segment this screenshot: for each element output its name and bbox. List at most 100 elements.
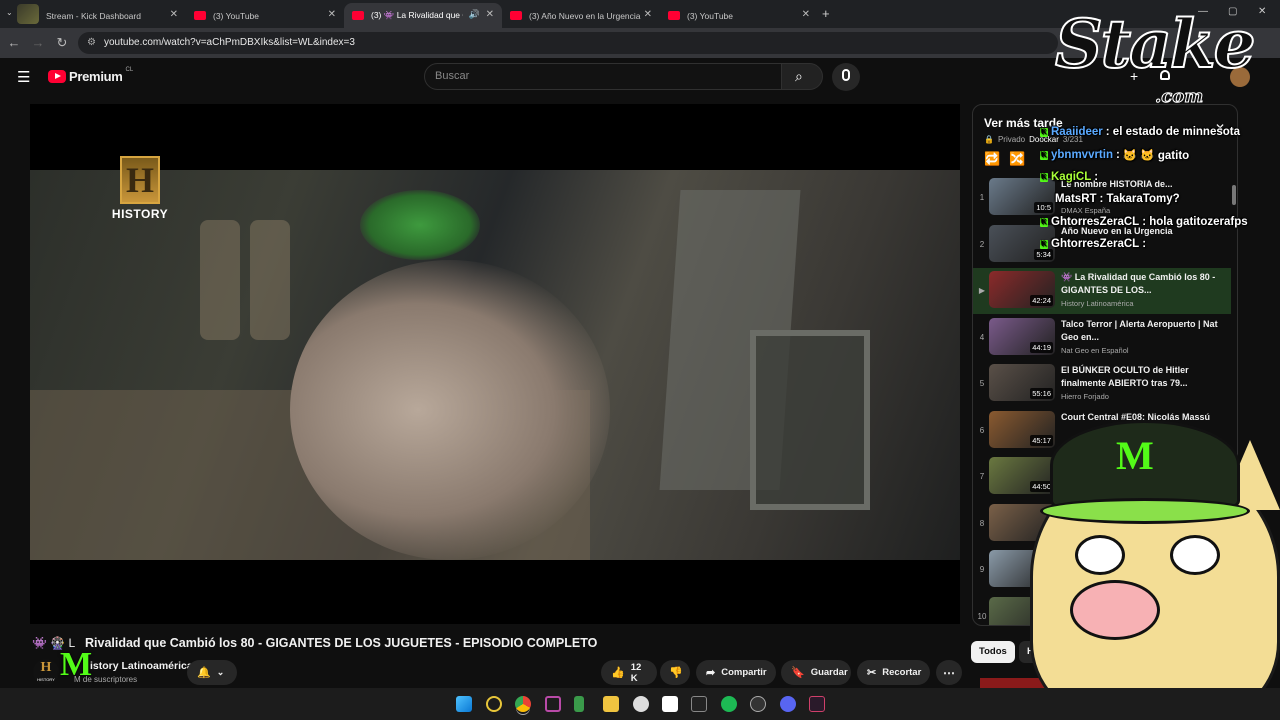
save-button[interactable]: 🔖 Guardar — [781, 660, 851, 685]
spotify-icon[interactable] — [721, 696, 737, 712]
like-button[interactable]: 👍 12 K — [601, 660, 657, 685]
obs-icon[interactable] — [633, 696, 649, 712]
playlist-item-index: 6 — [979, 425, 985, 435]
windows-start-icon[interactable] — [456, 696, 472, 712]
dislike-button[interactable]: 👎 — [660, 660, 690, 685]
tab-title: (3) Año Nuevo en la Urgencia — [529, 10, 641, 21]
chat-username[interactable]: MatsRT — [1055, 193, 1097, 205]
more-dots-icon: ⋯ — [943, 665, 955, 680]
cat-mascot: M — [1030, 420, 1280, 688]
chat-username[interactable]: GhtorresZeraCL — [1051, 238, 1139, 250]
tab-title: (3) YouTube — [213, 10, 259, 21]
url-text: youtube.com/watch?v=aChPmDBXIks&list=WL&… — [104, 37, 355, 48]
tab-youtube-current[interactable]: (3) 👾 La Rivalidad que C 🔊 ✕ — [344, 3, 502, 28]
playlist-item[interactable]: ▶ 42:24 👾 La Rivalidad que Cambió los 80 -… — [973, 268, 1231, 314]
chat-username[interactable]: KagiCL — [1051, 171, 1091, 183]
channel-avatar[interactable]: H HISTORY — [33, 659, 59, 685]
bell-icon: 🔔 — [197, 667, 211, 679]
chat-message: Kybnmvvrtin : 🐱 🐱 gatito — [1040, 148, 1189, 162]
playlist-item-duration: 10:5 — [1034, 202, 1053, 213]
more-actions-button[interactable]: ⋯ — [936, 660, 962, 685]
subscribe-bell-button[interactable]: 🔔 ⌄ — [187, 660, 237, 685]
app-icon-ring[interactable] — [486, 696, 502, 712]
voice-search-button[interactable] — [832, 63, 860, 91]
playlist-item-index: 10 — [977, 611, 987, 621]
new-tab-button[interactable]: + — [822, 6, 830, 21]
speaker-icon[interactable]: 🔊 — [469, 9, 480, 20]
video-player[interactable]: H HISTORY — [30, 104, 960, 624]
app-icon-camera[interactable] — [662, 696, 678, 712]
close-window-button[interactable]: ✕ — [1258, 6, 1266, 17]
playlist-item-channel: Hierro Forjado — [1061, 392, 1109, 401]
tab-youtube-5[interactable]: (3) YouTube ✕ — [660, 3, 818, 28]
channel-avatar-letter: H — [40, 660, 52, 675]
share-arrow-icon: ➦ — [706, 667, 716, 679]
video-title-text: Rivalidad que Cambió los 80 - GIGANTES D… — [85, 636, 598, 650]
youtube-icon — [668, 11, 680, 20]
close-icon[interactable]: ✕ — [644, 9, 652, 20]
app-icon-green[interactable] — [574, 696, 584, 712]
url-field[interactable]: ⚙ youtube.com/watch?v=aChPmDBXIks&list=W… — [78, 32, 1058, 54]
chat-username[interactable]: Raaiideer — [1051, 126, 1103, 138]
history-channel-logo: H HISTORY — [110, 156, 170, 221]
reload-icon[interactable]: ↻ — [54, 35, 70, 51]
hamburger-menu-icon[interactable]: ☰ — [17, 68, 30, 86]
cat-right-eye — [1170, 535, 1220, 575]
chat-text: : el estado de minnesota — [1105, 126, 1240, 138]
chat-username[interactable]: ybnmvvrtin — [1051, 149, 1113, 161]
chrome-icon[interactable] — [515, 696, 531, 712]
playlist-item-index: 4 — [979, 332, 985, 342]
clip-label: Recortar — [882, 667, 922, 678]
playlist-item-index: 8 — [979, 518, 985, 528]
tab-youtube-1[interactable]: (3) YouTube ✕ — [186, 3, 344, 28]
clip-button[interactable]: ✂ Recortar — [857, 660, 930, 685]
thumbs-down-icon: 👎 — [669, 667, 683, 679]
app-icon-dark[interactable] — [750, 696, 766, 712]
channel-name[interactable]: istory Latinoamérica — [90, 660, 193, 672]
kick-badge-icon: K — [1040, 239, 1048, 249]
close-icon[interactable]: ✕ — [328, 9, 336, 20]
hand-holding-toy — [290, 260, 610, 560]
shuffle-icon[interactable]: 🔀 — [1009, 151, 1025, 167]
close-icon[interactable]: ✕ — [170, 9, 178, 20]
subscriber-count: M de suscriptores — [74, 675, 138, 684]
forward-arrow-icon[interactable]: → — [30, 35, 46, 50]
chat-text: : — [1116, 149, 1120, 161]
site-info-icon[interactable]: ⚙ — [87, 32, 96, 54]
chevron-down-icon: ⌄ — [216, 667, 225, 677]
chat-username[interactable]: GhtorresZeraCL — [1051, 216, 1139, 228]
windows-taskbar — [0, 688, 1280, 720]
save-label: Guardar — [810, 667, 848, 678]
discord-icon[interactable] — [780, 696, 796, 712]
search-button[interactable]: ⌕ — [781, 63, 823, 90]
tab-kick-dashboard[interactable]: Stream - Kick Dashboard ✕ — [38, 3, 186, 28]
app-icon-purple[interactable] — [545, 696, 561, 712]
search-placeholder: Buscar — [435, 70, 470, 82]
playlist-item-channel: DMAX España — [1061, 206, 1111, 215]
loop-icon[interactable]: 🔁 — [984, 151, 1000, 167]
file-explorer-icon[interactable] — [603, 696, 619, 712]
tab-youtube-urgencia[interactable]: (3) Año Nuevo en la Urgencia ✕ — [502, 3, 660, 28]
playlist-item-title: 👾 La Rivalidad que Cambió los 80 - GIGAN… — [1061, 272, 1216, 295]
playlist-item-duration: 42:24 — [1030, 295, 1053, 306]
kick-badge-icon: K — [1040, 172, 1048, 182]
close-icon[interactable]: ✕ — [802, 9, 810, 20]
playlist-item-index: 9 — [979, 565, 985, 574]
app-icon-red[interactable] — [809, 696, 825, 712]
share-button[interactable]: ➦ Compartir — [696, 660, 776, 685]
back-arrow-icon[interactable]: ← — [6, 35, 22, 50]
playlist-scrollbar[interactable] — [1232, 185, 1236, 205]
channel-avatar-sub: HISTORY — [37, 677, 55, 682]
playlist-item-index: 1 — [979, 193, 985, 202]
app-icon-g[interactable] — [691, 696, 707, 712]
playlist-item[interactable]: 5 55:16 El BÚNKER OCULTO de Hitler finalme… — [973, 361, 1231, 407]
stake-logo: Stake .com — [1054, 4, 1257, 114]
youtube-logo[interactable]: Premium CL — [48, 67, 133, 84]
close-icon[interactable]: ✕ — [486, 9, 494, 20]
history-logo-text: HISTORY — [111, 207, 169, 221]
lock-icon: 🔒 — [984, 135, 994, 144]
monster-m-icon: M — [1116, 433, 1154, 478]
playlist-item[interactable]: 4 44:19 Talco Terror | Alerta Aeropuerto |… — [973, 315, 1231, 361]
chip-all[interactable]: Todos — [971, 641, 1015, 663]
search-input[interactable]: Buscar — [424, 63, 782, 90]
